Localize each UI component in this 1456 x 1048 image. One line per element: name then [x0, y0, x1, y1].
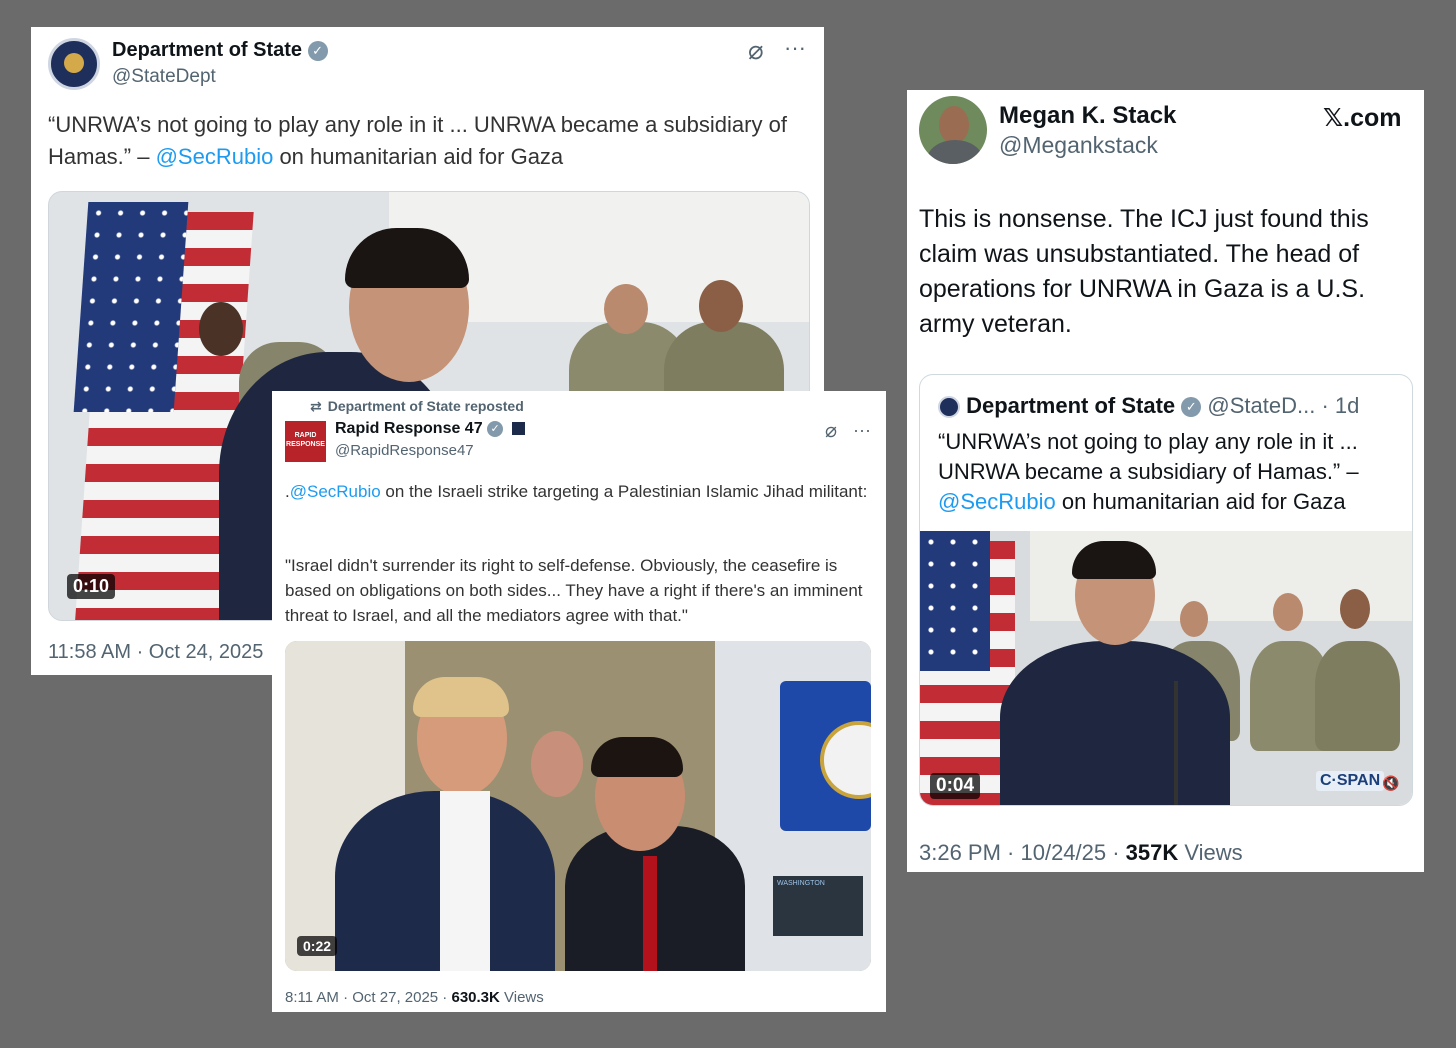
podium-microphone	[1174, 681, 1178, 805]
collage-background: { "tweet1": { "author_name": "Department…	[0, 0, 1456, 1048]
verified-badge-icon: ✓	[1181, 397, 1202, 418]
views-count: 357K	[1125, 840, 1179, 865]
more-options-icon[interactable]: ···	[784, 37, 806, 59]
eagle-seal-icon	[64, 53, 84, 73]
tweet-quote-text: "Israel didn't surrender its right to se…	[285, 556, 863, 625]
cspan-logo: C·SPAN	[1316, 771, 1385, 791]
tweet-timestamp[interactable]: 11:58 AM · Oct 24, 2025	[48, 641, 263, 664]
avatar-seal[interactable]	[48, 38, 100, 90]
speaker-figure	[1000, 641, 1230, 805]
author-name[interactable]: Megan K. Stack	[999, 102, 1176, 130]
tweet-meta: 8:11 AM · Oct 27, 2025 · 630.3K Views	[285, 989, 544, 1006]
verified-badge-icon: ✓	[487, 420, 504, 437]
grok-icon[interactable]: ⌀	[748, 37, 764, 63]
quoted-text: “UNRWA’s not going to play any role in i…	[938, 429, 1359, 514]
verified-badge-icon: ✓	[307, 40, 328, 61]
video-player[interactable]: WASHINGTON 0:22	[285, 641, 871, 971]
video-duration: 0:04	[930, 773, 981, 799]
mute-icon[interactable]: 🔇	[1382, 775, 1399, 792]
video-duration: 0:22	[297, 936, 338, 956]
repost-indicator: ⇄ Department of State reposted	[310, 398, 524, 414]
author-handle[interactable]: @RapidResponse47	[335, 442, 474, 459]
seal-icon	[938, 396, 960, 419]
affiliate-badge-icon	[511, 422, 525, 436]
mention-link[interactable]: @SecRubio	[290, 482, 381, 501]
tweet-card-megankstack[interactable]: Megan K. Stack @Megankstack 𝕏.com This i…	[907, 90, 1424, 872]
control-panel: WASHINGTON	[773, 876, 863, 936]
quoted-video-player[interactable]: 0:04 C·SPAN 🔇	[920, 531, 1412, 805]
quoted-handle-time[interactable]: @StateD... · 1d	[1207, 393, 1359, 418]
tweet-timestamp[interactable]: 8:11 AM · Oct 27, 2025 ·	[285, 989, 451, 1006]
repost-icon: ⇄	[310, 398, 322, 414]
grok-icon[interactable]: ⌀	[825, 420, 837, 442]
presidential-seal-screen	[780, 681, 871, 831]
avatar[interactable]	[919, 96, 987, 164]
views-label: Views	[1178, 840, 1243, 865]
mention-link[interactable]: @SecRubio	[156, 144, 274, 169]
tweet-meta: 3:26 PM · 10/24/25 · 357K Views	[919, 840, 1243, 866]
more-options-icon[interactable]: ···	[853, 419, 871, 441]
views-label: Views	[499, 989, 544, 1006]
avatar-rapid-response[interactable]: RAPID RESPONSE	[285, 421, 326, 462]
author-handle[interactable]: @Megankstack	[999, 132, 1158, 159]
author-name[interactable]: Department of State	[112, 39, 302, 61]
quoted-author-name[interactable]: Department of State	[966, 393, 1175, 418]
quoted-tweet[interactable]: Department of State ✓ @StateD... · 1d “U…	[919, 374, 1413, 806]
tweet-timestamp[interactable]: 3:26 PM · 10/24/25 ·	[919, 840, 1126, 865]
x-logo-site-label: 𝕏.com	[1323, 104, 1402, 132]
views-count: 630.3K	[451, 989, 500, 1006]
author-name[interactable]: Rapid Response 47	[335, 420, 483, 437]
mention-link[interactable]: @SecRubio	[938, 489, 1056, 514]
tweet-text: This is nonsense. The ICJ just found thi…	[919, 205, 1369, 338]
author-handle[interactable]: @StateDept	[112, 66, 216, 88]
tweet-text: “UNRWA’s not going to play any role in i…	[48, 112, 787, 169]
tweet-text: .@SecRubio on the Israeli strike targeti…	[285, 482, 868, 501]
video-duration: 0:10	[67, 574, 116, 599]
tweet-card-rapidresponse47[interactable]: ⇄ Department of State reposted RAPID RESP…	[272, 391, 886, 1012]
